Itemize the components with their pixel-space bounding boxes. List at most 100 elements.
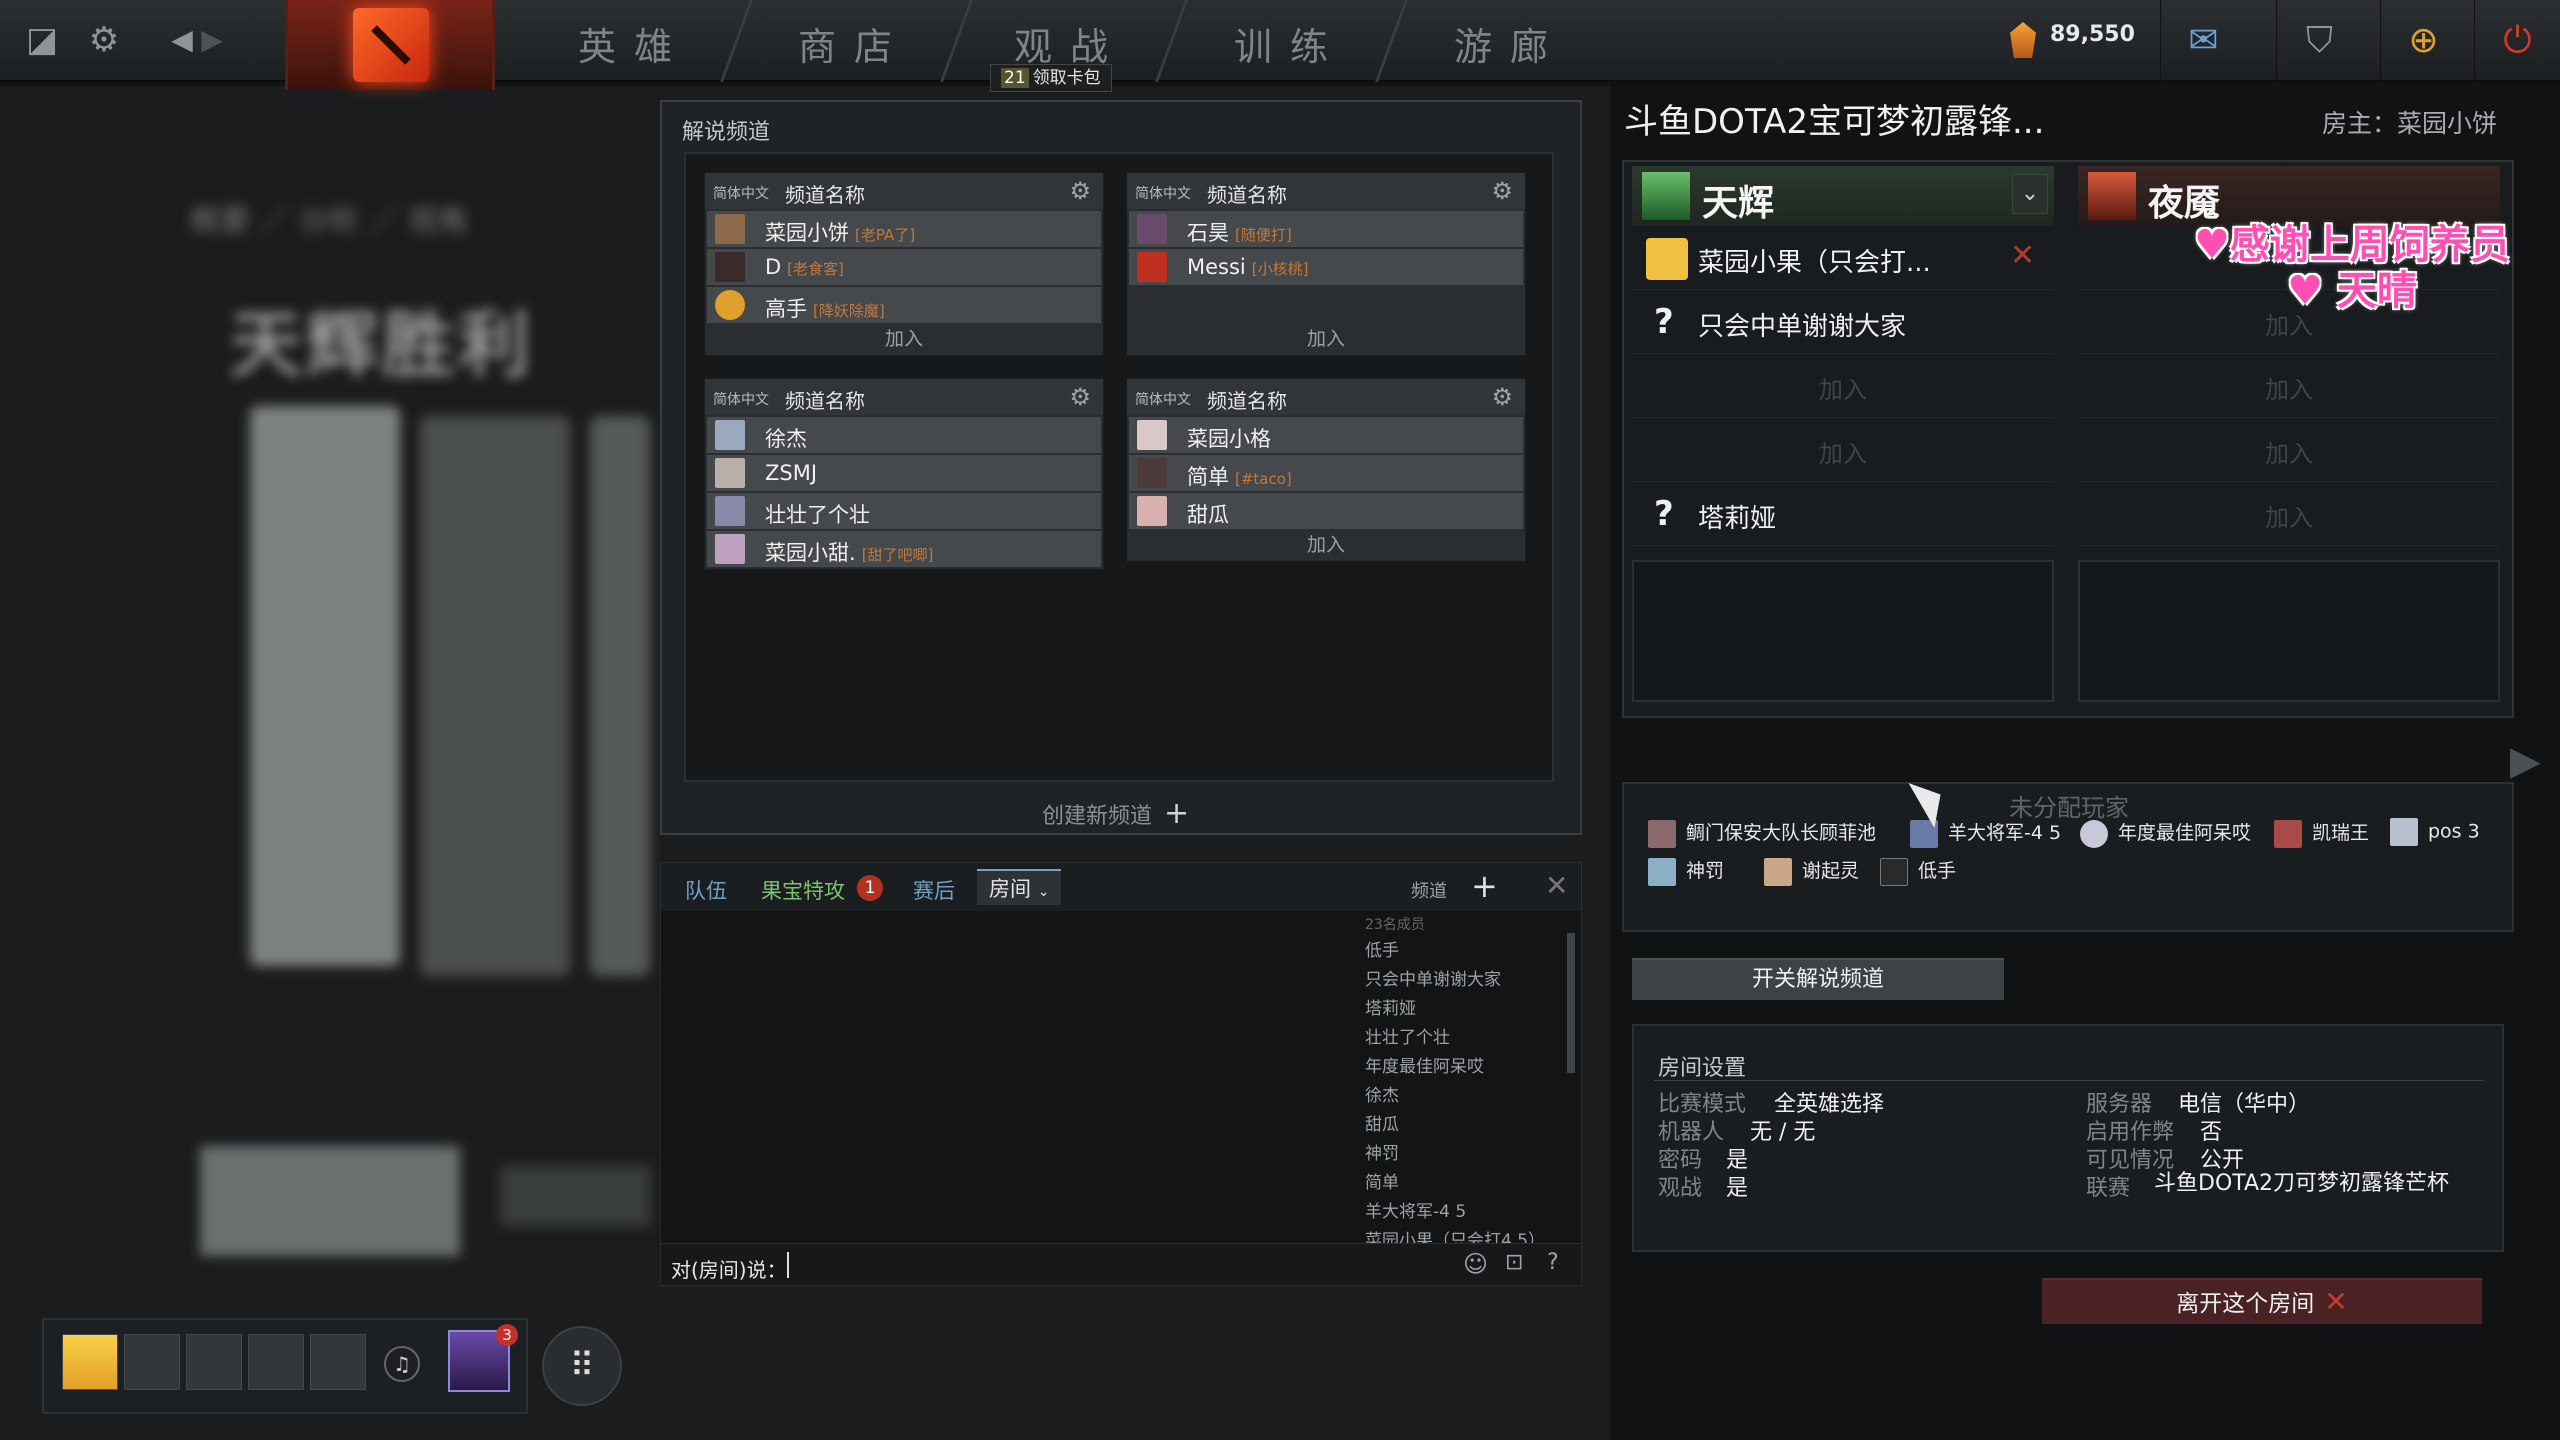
chat-wheel-icon[interactable]: ✉ bbox=[2160, 0, 2246, 82]
channel-member[interactable]: 壮壮了个壮 bbox=[707, 493, 1101, 529]
friends-list-icon[interactable]: ⠿ bbox=[542, 1326, 622, 1406]
power-quit-icon[interactable]: ⏻ bbox=[2474, 0, 2560, 82]
team-dropdown-chevron-icon[interactable]: ⌄ bbox=[2012, 174, 2048, 214]
join-slot-label: 加入 bbox=[1819, 376, 1867, 404]
unassigned-player[interactable]: 鲷门保安大队长顾菲池 bbox=[1648, 818, 1876, 848]
dire-coach-slot[interactable] bbox=[2078, 560, 2500, 702]
dire-slot-5[interactable]: 加入 bbox=[2078, 482, 2500, 546]
claim-label: 领取卡包 bbox=[1032, 68, 1101, 88]
chat-member[interactable]: 壮壮了个壮 bbox=[1351, 1024, 1571, 1053]
party-slot-self-avatar[interactable] bbox=[62, 1334, 118, 1390]
dire-slot-4[interactable]: 加入 bbox=[2078, 418, 2500, 482]
channel-member[interactable]: 甜瓜 bbox=[1129, 493, 1523, 529]
add-channel-plus-icon[interactable]: + bbox=[1471, 867, 1498, 905]
text-caret bbox=[787, 1252, 789, 1278]
unassigned-player[interactable]: 凯瑞王 bbox=[2274, 818, 2369, 848]
channel-settings-gear-icon[interactable]: ⚙ bbox=[1491, 383, 1513, 411]
nav-watch[interactable]: 观战 bbox=[1014, 16, 1126, 71]
channel-member[interactable]: Messi [小核桃] bbox=[1129, 249, 1523, 285]
radiant-name: 天辉 bbox=[1702, 183, 1775, 224]
tab-lobby[interactable]: 房间 ⌄ bbox=[977, 869, 1062, 905]
plus-subscription-icon[interactable]: ⊕ bbox=[2380, 0, 2466, 82]
unassigned-player[interactable]: pos 3 bbox=[2390, 818, 2480, 846]
nav-learn[interactable]: 训练 bbox=[1234, 16, 1346, 71]
radiant-coach-slot[interactable] bbox=[1632, 560, 2054, 702]
join-slot-label: 加入 bbox=[2265, 376, 2313, 404]
player-avatar bbox=[1764, 857, 1792, 886]
party-slot-empty[interactable] bbox=[310, 1334, 366, 1390]
nav-separator bbox=[1375, 0, 1408, 82]
party-slot-empty[interactable] bbox=[248, 1334, 304, 1390]
emoticon-icon[interactable]: ☺ bbox=[1463, 1250, 1488, 1278]
chat-member[interactable]: 菜园小果（只会打4 5） bbox=[1351, 1227, 1571, 1243]
join-channel-button[interactable]: 加入 bbox=[705, 323, 1103, 355]
channel-member[interactable]: D [老食客] bbox=[707, 249, 1101, 285]
expand-panel-arrow-icon[interactable]: ▶ bbox=[2510, 738, 2541, 784]
channel-header: 简体中文 频道名称 ⚙ bbox=[705, 173, 1103, 209]
chat-member[interactable]: 神罚 bbox=[1351, 1140, 1571, 1169]
background-banner bbox=[500, 1166, 650, 1226]
radiant-slot-4[interactable]: 加入 bbox=[1632, 418, 2054, 482]
channel-member[interactable]: ZSMJ bbox=[707, 455, 1101, 491]
tab-team[interactable]: 队伍 bbox=[685, 875, 727, 905]
chat-member[interactable]: 低手 bbox=[1351, 937, 1571, 966]
unassigned-player[interactable]: 谢起灵 bbox=[1764, 856, 1859, 886]
channel-settings-gear-icon[interactable]: ⚙ bbox=[1069, 177, 1091, 205]
nav-arcade[interactable]: 游廊 bbox=[1454, 16, 1566, 71]
party-slot-empty[interactable] bbox=[124, 1334, 180, 1390]
channel-member[interactable]: 菜园小格 bbox=[1129, 417, 1523, 453]
kick-player-icon[interactable]: ✕ bbox=[2010, 238, 2035, 273]
dashboard-icon[interactable]: ◪ bbox=[20, 18, 64, 62]
chat-wheel-icon[interactable]: ⊡ bbox=[1505, 1250, 1523, 1275]
tab-party[interactable]: 果宝特攻 bbox=[761, 875, 845, 905]
channel-member[interactable]: 石昊 [随便打] bbox=[1129, 211, 1523, 247]
nav-store[interactable]: 商店 bbox=[798, 16, 910, 71]
chat-member[interactable]: 徐杰 bbox=[1351, 1082, 1571, 1111]
channel-member[interactable]: 简单 [#taco] bbox=[1129, 455, 1523, 491]
join-channel-button[interactable]: 加入 bbox=[1127, 529, 1525, 561]
channel-language: 简体中文 bbox=[1135, 186, 1191, 202]
channel-member[interactable]: 菜园小甜. [甜了吧唧] bbox=[707, 531, 1101, 567]
close-x-icon: ✕ bbox=[2324, 1285, 2348, 1318]
radiant-slot-5[interactable]: ? 塔莉娅 bbox=[1632, 482, 2054, 546]
radiant-slot-1[interactable]: 菜园小果（只会打... ✕ bbox=[1632, 226, 2054, 290]
help-icon[interactable]: ? bbox=[1547, 1250, 1559, 1275]
caster-channel: 简体中文 频道名称 ⚙ 菜园小饼 [老PA了] D [老食客] 高手 [降妖除魔] 加… bbox=[704, 172, 1104, 356]
toggle-caster-channel-button[interactable]: 开关解说频道 bbox=[1632, 958, 2004, 1000]
unassigned-player[interactable]: 神罚 bbox=[1648, 856, 1724, 886]
channel-settings-gear-icon[interactable]: ⚙ bbox=[1491, 177, 1513, 205]
close-chat-icon[interactable]: ✕ bbox=[1545, 869, 1568, 902]
channel-settings-gear-icon[interactable]: ⚙ bbox=[1069, 383, 1091, 411]
channel-member[interactable]: 高手 [降妖除魔] bbox=[707, 287, 1101, 323]
member-list-scrollbar[interactable] bbox=[1567, 933, 1575, 1073]
settings-gear-icon[interactable]: ⚙ bbox=[82, 18, 126, 62]
leave-lobby-button[interactable]: 离开这个房间 ✕ bbox=[2042, 1278, 2482, 1324]
create-channel-button[interactable]: 创建新频道 + bbox=[1042, 796, 1189, 831]
dota-logo-button[interactable] bbox=[285, 0, 495, 90]
channel-member[interactable]: 徐杰 bbox=[707, 417, 1101, 453]
dire-slot-3[interactable]: 加入 bbox=[2078, 354, 2500, 418]
chat-member[interactable]: 羊大将军-4 5 bbox=[1351, 1198, 1571, 1227]
radiant-slot-3[interactable]: 加入 bbox=[1632, 354, 2054, 418]
chat-member[interactable]: 简单 bbox=[1351, 1169, 1571, 1198]
chat-member[interactable]: 甜瓜 bbox=[1351, 1111, 1571, 1140]
voice-headset-icon[interactable]: ♫ bbox=[384, 1346, 420, 1382]
radiant-slot-2[interactable]: ? 只会中单谢谢大家 bbox=[1632, 290, 2054, 354]
claim-card-pack-badge[interactable]: 21 领取卡包 bbox=[990, 64, 1112, 92]
tab-postgame[interactable]: 赛后 bbox=[913, 875, 955, 905]
unassigned-player[interactable]: 年度最佳阿呆哎 bbox=[2080, 818, 2251, 848]
armory-icon[interactable]: ⛉ bbox=[2276, 0, 2362, 82]
player-avatar bbox=[1648, 819, 1676, 848]
unassigned-player[interactable]: 低手 bbox=[1880, 856, 1956, 886]
channel-language: 简体中文 bbox=[713, 392, 769, 408]
forward-arrow-icon[interactable]: ▶ bbox=[190, 18, 234, 62]
nav-heroes[interactable]: 英雄 bbox=[578, 16, 690, 71]
chat-member[interactable]: 只会中单谢谢大家 bbox=[1351, 966, 1571, 995]
party-slot-empty[interactable] bbox=[186, 1334, 242, 1390]
channel-member[interactable]: 菜园小饼 [老PA了] bbox=[707, 211, 1101, 247]
nav-separator bbox=[720, 0, 753, 82]
chat-input-bar[interactable]: 对(房间)说： ☺ ⊡ ? bbox=[661, 1243, 1581, 1285]
join-channel-button[interactable]: 加入 bbox=[1127, 323, 1525, 355]
chat-member[interactable]: 塔莉娅 bbox=[1351, 995, 1571, 1024]
chat-member[interactable]: 年度最佳阿呆哎 bbox=[1351, 1053, 1571, 1082]
